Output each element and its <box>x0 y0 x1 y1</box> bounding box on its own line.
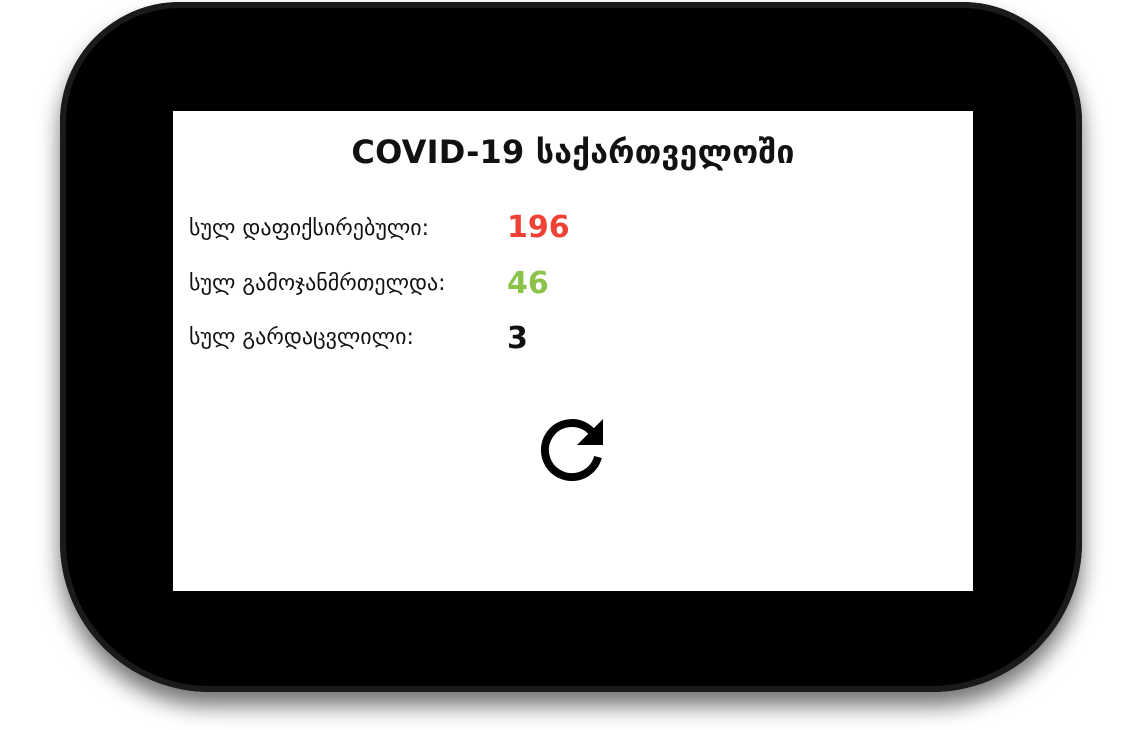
refresh-icon <box>540 419 603 482</box>
recovered-label: სულ გამოჯანმრთელდა: <box>189 271 446 296</box>
confirmed-value: 196 <box>507 210 570 245</box>
refresh-button[interactable] <box>535 411 611 487</box>
device-screen: COVID-19 საქართველოში სულ დაფიქსირებული:… <box>173 111 973 591</box>
recovered-value: 46 <box>507 266 549 301</box>
confirmed-label: სულ დაფიქსირებული: <box>189 216 430 241</box>
deaths-value: 3 <box>507 321 528 356</box>
deaths-label: სულ გარდაცვლილი: <box>189 325 414 350</box>
page-title: COVID-19 საქართველოში <box>351 133 795 171</box>
